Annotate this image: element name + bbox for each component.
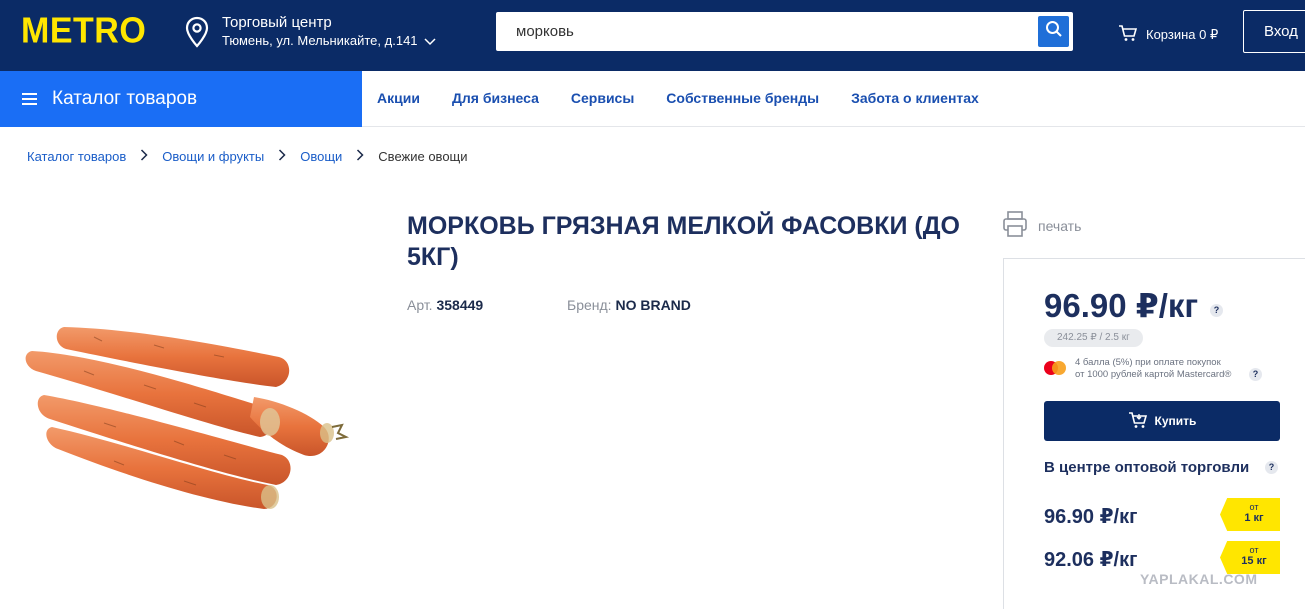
store-selector[interactable]: Торговый центр Тюмень, ул. Мельникайте, … <box>222 14 436 50</box>
watermark: YAPLAKAL.COM <box>1140 571 1258 587</box>
tier-quantity-tag: от 1 кг <box>1220 498 1280 531</box>
article-label: Арт. <box>407 297 433 313</box>
store-name: Торговый центр <box>222 14 332 31</box>
product-title: МОРКОВЬ ГРЯЗНАЯ МЕЛКОЙ ФАСОВКИ (ДО 5КГ) <box>407 212 960 271</box>
breadcrumb-item[interactable]: Овощи <box>300 149 342 164</box>
print-button[interactable]: печать <box>1002 210 1081 241</box>
cart-icon <box>1118 24 1138 45</box>
help-icon[interactable]: ? <box>1249 368 1262 381</box>
brand-label: Бренд: <box>567 297 612 313</box>
breadcrumb-item[interactable]: Каталог товаров <box>27 149 126 164</box>
cart-button[interactable]: Корзина 0 ₽ <box>1118 24 1218 45</box>
help-icon[interactable]: ? <box>1210 304 1223 317</box>
search-button[interactable] <box>1038 16 1069 47</box>
buy-label: Купить <box>1154 414 1197 428</box>
unit-price: 96.90 ₽/кг <box>1044 287 1199 324</box>
catalog-label: Каталог товаров <box>52 88 198 109</box>
chevron-right-icon <box>356 149 364 164</box>
nav-link-business[interactable]: Для бизнеса <box>452 90 539 106</box>
nav-link-services[interactable]: Сервисы <box>571 90 634 106</box>
location-pin-icon[interactable] <box>184 16 210 48</box>
brand-info: Бренд: NO BRAND <box>567 297 691 313</box>
printer-icon <box>1002 210 1028 241</box>
chevron-right-icon <box>278 149 286 164</box>
cart-icon <box>1128 411 1148 432</box>
pack-price-badge: 242.25 ₽ / 2.5 кг <box>1044 329 1143 347</box>
tier-quantity: 15 кг <box>1241 555 1267 567</box>
tier-price: 92.06 ₽/кг <box>1044 549 1138 571</box>
product-image[interactable] <box>24 315 354 515</box>
wholesale-title: В центре оптовой торговли <box>1044 459 1250 476</box>
nav-divider <box>362 126 1305 127</box>
article-value: 358449 <box>436 297 484 313</box>
main-nav: Акции Для бизнеса Сервисы Собственные бр… <box>377 90 1011 106</box>
tier-quantity: 1 кг <box>1244 512 1264 524</box>
breadcrumb-item[interactable]: Овощи и фрукты <box>162 149 264 164</box>
breadcrumb: Каталог товаров Овощи и фрукты Овощи Све… <box>27 149 468 164</box>
cart-label: Корзина 0 ₽ <box>1146 26 1219 42</box>
nav-link-promotions[interactable]: Акции <box>377 90 420 106</box>
help-icon[interactable]: ? <box>1265 461 1278 474</box>
print-label: печать <box>1038 217 1082 234</box>
product-meta: Арт. 358449 Бренд: NO BRAND <box>407 297 691 313</box>
chevron-right-icon <box>140 149 148 164</box>
tier-price: 96.90 ₽/кг <box>1044 506 1138 528</box>
buy-button[interactable]: Купить <box>1044 401 1280 441</box>
search-bar <box>496 12 1073 51</box>
tier-from-label: от <box>1249 545 1259 555</box>
store-address: Тюмень, ул. Мельникайте, д.141 <box>222 33 418 48</box>
tier-from-label: от <box>1249 502 1259 512</box>
mastercard-icon <box>1044 361 1066 375</box>
menu-icon <box>22 93 37 105</box>
nav-link-own-brands[interactable]: Собственные бренды <box>666 90 819 106</box>
tier-quantity-tag: от 15 кг <box>1220 541 1280 574</box>
mastercard-text-line2: от 1000 рублей картой Mastercard® <box>1075 369 1232 380</box>
login-button[interactable]: Вход <box>1243 10 1305 53</box>
search-input[interactable] <box>496 12 1036 51</box>
search-icon <box>1045 20 1063 43</box>
nav-link-customer-care[interactable]: Забота о клиентах <box>851 90 979 106</box>
mastercard-text-line1: 4 балла (5%) при оплате покупок <box>1075 357 1221 368</box>
mastercard-bonus: 4 балла (5%) при оплате покупок от 1000 … <box>1044 357 1231 381</box>
top-header: METRO Торговый центр Тюмень, ул. Мельник… <box>0 0 1305 71</box>
article-number: Арт. 358449 <box>407 297 567 313</box>
brand-value: NO BRAND <box>615 297 691 313</box>
chevron-down-icon <box>424 33 436 50</box>
breadcrumb-current: Свежие овощи <box>378 149 468 164</box>
metro-logo[interactable]: METRO <box>21 11 146 52</box>
catalog-button[interactable]: Каталог товаров <box>0 71 362 127</box>
